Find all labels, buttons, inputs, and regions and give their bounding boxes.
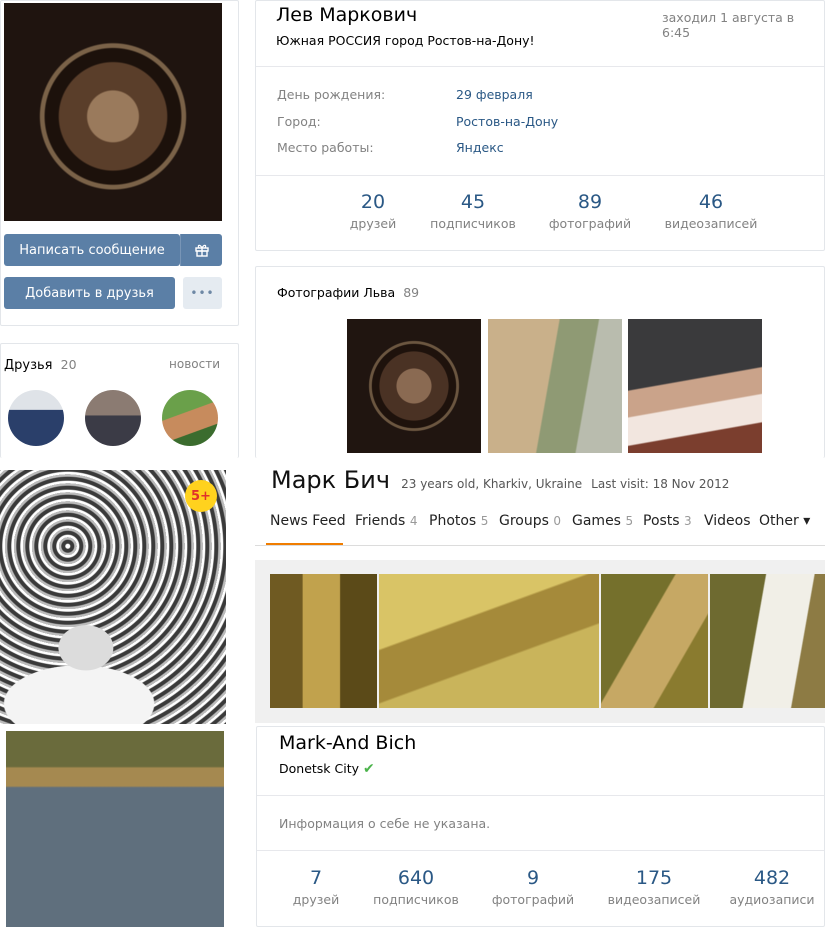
- photos-title[interactable]: Фотографии Льва 89: [277, 285, 419, 300]
- divider: [256, 66, 824, 67]
- friend-avatar[interactable]: [85, 390, 141, 446]
- divider: [257, 795, 824, 796]
- counter-label: фотографий: [491, 892, 575, 907]
- divider: [257, 850, 824, 851]
- profile3-city: Donetsk City: [279, 761, 360, 776]
- photo-thumbnail[interactable]: [270, 574, 377, 708]
- counter-videos[interactable]: 175 видеозаписей: [599, 867, 709, 907]
- profile2-meta: 23 years old, Kharkiv, Ukraine: [401, 477, 583, 491]
- photo-thumbnail[interactable]: [488, 319, 622, 453]
- counter-audio[interactable]: 482 аудиозаписи: [722, 867, 822, 907]
- info-label-city: Город:: [277, 114, 321, 129]
- tab-groups[interactable]: Groups 0: [499, 513, 561, 529]
- add-friend-button[interactable]: Добавить в друзья: [4, 277, 175, 309]
- counter-label: аудиозаписи: [729, 892, 815, 907]
- counter-videos[interactable]: 46 видеозаписей: [656, 191, 766, 231]
- profile3-status: Donetsk City ✔: [279, 761, 375, 777]
- info-label-birthday: День рождения:: [277, 87, 386, 102]
- photo-thumbnail[interactable]: [347, 319, 481, 453]
- counter-label: видеозаписей: [607, 892, 701, 907]
- tab-news-feed[interactable]: News Feed: [270, 513, 346, 529]
- photo-thumbnail[interactable]: [379, 574, 599, 708]
- profile3-name: Mark-And Bich: [279, 732, 417, 754]
- info-label-work: Место работы:: [277, 140, 374, 155]
- counter-followers[interactable]: 640 подписчиков: [361, 867, 471, 907]
- counter-number: 9: [526, 867, 540, 889]
- check-icon: ✔: [363, 761, 375, 777]
- tab-other-dropdown[interactable]: Other ▾: [759, 513, 810, 529]
- tab-posts[interactable]: Posts 3: [643, 513, 692, 529]
- info-value-work[interactable]: Яндекс: [456, 140, 504, 155]
- gift-button[interactable]: [180, 234, 222, 266]
- counter-number: 482: [753, 867, 791, 889]
- tab-videos[interactable]: Videos: [704, 513, 751, 529]
- tab-games[interactable]: Games 5: [572, 513, 633, 529]
- profile2-header: Марк Бич 23 years old, Kharkiv, Ukraine …: [271, 466, 729, 494]
- profile1-name: Лев Маркович: [276, 4, 418, 26]
- counter-number: 7: [309, 867, 323, 889]
- counter-label: фотографий: [548, 216, 632, 231]
- profile2-tabs: News Feed Friends 4 Photos 5 Groups 0 Ga…: [266, 513, 825, 546]
- counter-photos[interactable]: 9 фотографий: [483, 867, 583, 907]
- info-value-city[interactable]: Ростов-на-Дону: [456, 114, 558, 129]
- profile3-about: Информация о себе не указана.: [279, 816, 491, 831]
- more-actions-button[interactable]: •••: [183, 277, 222, 309]
- counter-number: 175: [635, 867, 673, 889]
- profile2-last-visit: Last visit: 18 Nov 2012: [591, 477, 730, 491]
- profile1-status: Южная РОССИЯ город Ростов-на-Дону!: [276, 33, 535, 48]
- photo-thumbnail[interactable]: [628, 319, 762, 453]
- counter-photos[interactable]: 89 фотографий: [540, 191, 640, 231]
- photo-thumbnail[interactable]: [601, 574, 708, 708]
- divider: [256, 175, 824, 176]
- counter-label: подписчиков: [430, 216, 516, 231]
- photos-count: 89: [403, 285, 420, 300]
- counter-number: 89: [577, 191, 603, 213]
- info-value-birthday[interactable]: 29 февраля: [456, 87, 533, 102]
- profile2-name: Марк Бич: [271, 466, 391, 494]
- gift-icon: [194, 244, 209, 257]
- counter-friends[interactable]: 7 друзей: [276, 867, 356, 907]
- counter-label: подписчиков: [373, 892, 459, 907]
- counter-number: 640: [397, 867, 435, 889]
- counter-number: 20: [360, 191, 386, 213]
- more-icon: •••: [190, 286, 215, 300]
- tab-photos[interactable]: Photos 5: [429, 513, 488, 529]
- friend-avatar[interactable]: [162, 390, 218, 446]
- counter-label: видеозаписей: [664, 216, 758, 231]
- add-friend-label: Добавить в друзья: [25, 285, 154, 301]
- profile3-avatar-photo[interactable]: [6, 731, 224, 927]
- tab-friends[interactable]: Friends 4: [355, 513, 417, 529]
- send-message-button[interactable]: Написать сообщение: [4, 234, 180, 266]
- counter-friends[interactable]: 20 друзей: [328, 191, 418, 231]
- counter-number: 45: [460, 191, 486, 213]
- age-rating-badge: 5+: [185, 480, 217, 512]
- photo-thumbnail[interactable]: [710, 574, 825, 708]
- counter-label: друзей: [349, 216, 397, 231]
- friends-title[interactable]: Друзья 20: [4, 357, 77, 373]
- tabs-divider: [255, 545, 825, 546]
- profile1-last-seen: заходил 1 августа в 6:45: [662, 10, 795, 40]
- counter-followers[interactable]: 45 подписчиков: [418, 191, 528, 231]
- counter-number: 46: [698, 191, 724, 213]
- profile1-avatar-photo[interactable]: [4, 3, 222, 221]
- friend-avatar[interactable]: [8, 390, 64, 446]
- send-message-label: Написать сообщение: [19, 242, 165, 258]
- counter-label: друзей: [292, 892, 340, 907]
- friends-news-link[interactable]: новости: [169, 357, 220, 371]
- friends-count: 20: [60, 357, 77, 372]
